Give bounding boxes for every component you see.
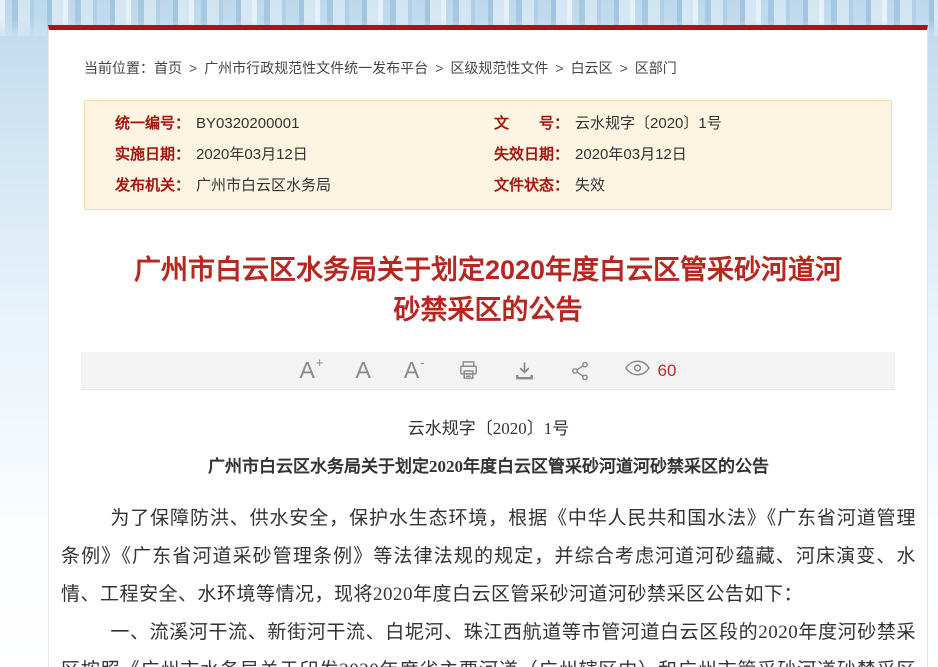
view-count: 60	[658, 361, 677, 381]
breadcrumb-separator: >	[620, 60, 628, 76]
doc-title: 广州市白云区水务局关于划定2020年度白云区管采砂河道河砂禁采区的公告	[61, 454, 916, 480]
share-button[interactable]	[569, 360, 591, 382]
meta-label: 文 号：	[494, 115, 569, 132]
meta-label: 文件状态：	[494, 177, 569, 194]
meta-field-issuing-agency: 发布机关： 广州市白云区水务局	[85, 175, 488, 197]
meta-value: 云水规字〔2020〕1号	[575, 115, 722, 132]
font-increase-label: A	[300, 359, 315, 382]
breadcrumb-item-baiyun[interactable]: 白云区	[571, 60, 613, 76]
meta-value: 2020年03月12日	[196, 146, 308, 163]
meta-field-unified-number: 统一编号： BY0320200001	[85, 113, 488, 135]
download-button[interactable]	[513, 359, 536, 382]
print-button[interactable]	[457, 359, 480, 382]
meta-field-effective-date: 实施日期： 2020年03月12日	[85, 144, 488, 166]
meta-label: 失效日期：	[494, 146, 569, 163]
breadcrumb-label: 当前位置：	[84, 60, 154, 76]
paragraph: 一、流溪河干流、新街河干流、白坭河、珠江西航道等市管河道白云区段的2020年度河…	[61, 614, 916, 667]
page-title: 广州市白云区水务局关于划定2020年度白云区管采砂河道河砂禁采区的公告	[133, 250, 843, 330]
breadcrumb-item-platform[interactable]: 广州市行政规范性文件统一发布平台	[204, 60, 428, 76]
download-icon	[513, 359, 536, 382]
paragraph: 为了保障防洪、供水安全，保护水生态环境，根据《中华人民共和国水法》《广东省河道管…	[61, 500, 916, 614]
eye-icon	[624, 358, 651, 383]
breadcrumb-separator: >	[435, 60, 443, 76]
meta-field-status: 文件状态： 失效	[488, 175, 891, 197]
meta-value: 广州市白云区水务局	[196, 177, 331, 194]
meta-value: BY0320200001	[196, 115, 299, 132]
breadcrumb-item-district-files[interactable]: 区级规范性文件	[450, 60, 548, 76]
font-decrease-label: A	[404, 359, 419, 382]
breadcrumb-item-district-dept[interactable]: 区部门	[635, 60, 677, 76]
breadcrumb-separator: >	[555, 60, 563, 76]
minus-icon: -	[420, 356, 424, 369]
plus-icon: +	[316, 356, 324, 369]
view-counter: 60	[624, 358, 677, 383]
font-increase-button[interactable]: A+	[300, 359, 323, 382]
meta-label: 发布机关：	[115, 177, 190, 194]
toolbar: A+ A A-	[81, 352, 895, 390]
font-decrease-button[interactable]: A-	[404, 359, 424, 382]
document-meta-box: 统一编号： BY0320200001 文 号： 云水规字〔2020〕1号 实施日期：…	[84, 100, 892, 210]
breadcrumb: 当前位置：首页 > 广州市行政规范性文件统一发布平台 > 区级规范性文件 > 白云区 > 区部门	[49, 30, 927, 78]
meta-label: 实施日期：	[115, 146, 190, 163]
meta-value: 2020年03月12日	[575, 146, 687, 163]
meta-field-doc-number: 文 号： 云水规字〔2020〕1号	[488, 113, 891, 135]
meta-value: 失效	[575, 177, 605, 194]
meta-label: 统一编号：	[115, 115, 190, 132]
content-panel: 当前位置：首页 > 广州市行政规范性文件统一发布平台 > 区级规范性文件 > 白云区 > 区部门…	[48, 25, 928, 667]
breadcrumb-separator: >	[189, 60, 197, 76]
article-body: 云水规字〔2020〕1号 广州市白云区水务局关于划定2020年度白云区管采砂河道…	[49, 416, 927, 667]
share-icon	[569, 360, 591, 382]
font-reset-button[interactable]: A	[355, 359, 370, 382]
print-icon	[457, 359, 480, 382]
breadcrumb-item-home[interactable]: 首页	[154, 60, 182, 76]
font-reset-label: A	[355, 359, 370, 382]
doc-number: 云水规字〔2020〕1号	[61, 416, 916, 442]
meta-field-expiry-date: 失效日期： 2020年03月12日	[488, 144, 891, 166]
